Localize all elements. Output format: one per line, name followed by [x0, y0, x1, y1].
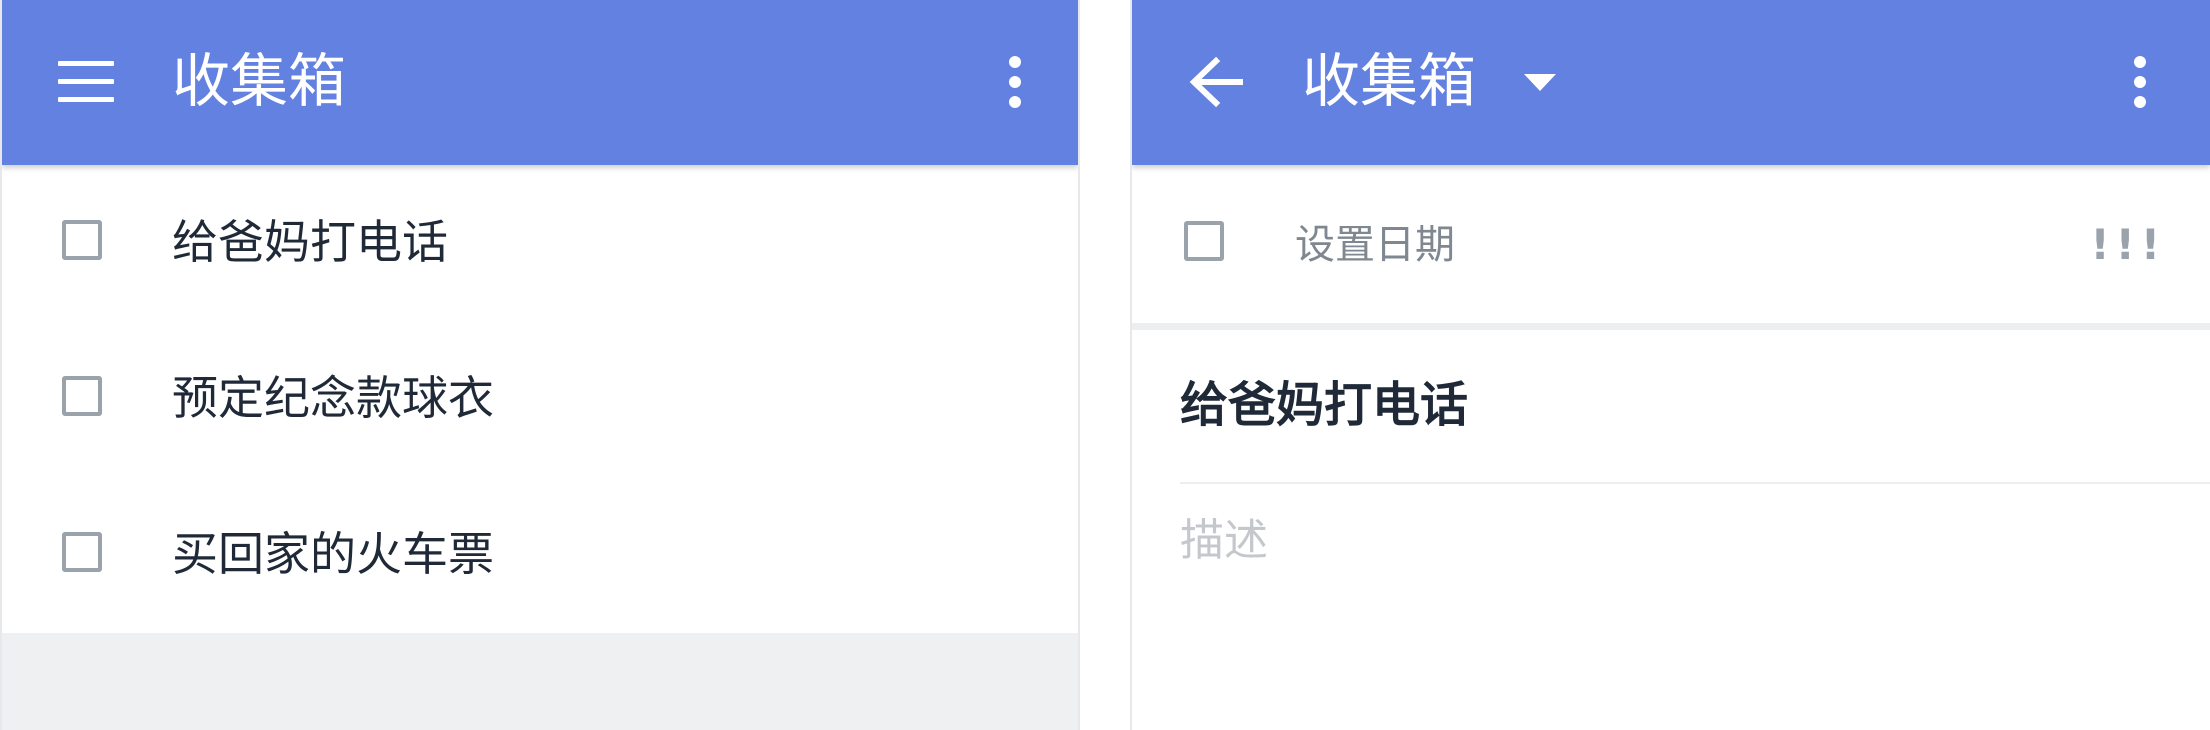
task-label: 买回家的火车票: [172, 527, 494, 581]
description-field[interactable]: 描述: [1180, 508, 1268, 574]
task-title-field[interactable]: 给爸妈打电话: [1180, 372, 1468, 438]
caret-down-icon[interactable]: [1524, 74, 1556, 92]
set-date-button[interactable]: 设置日期: [1295, 217, 1455, 273]
date-row: 设置日期 !!!: [1132, 165, 2210, 323]
task-list: 给爸妈打电话 预定纪念款球衣 买回家的火车票: [2, 165, 1078, 633]
task-row[interactable]: 给爸妈打电话: [2, 165, 1078, 321]
hamburger-icon[interactable]: [58, 61, 114, 103]
divider: [1132, 323, 2210, 330]
app-bar-title[interactable]: 收集箱: [1302, 46, 1476, 116]
divider: [1180, 482, 2210, 484]
more-vert-icon[interactable]: [2132, 56, 2148, 108]
arrow-left-icon[interactable]: [1188, 56, 1244, 108]
task-complete-checkbox[interactable]: [1184, 221, 1224, 261]
task-label: 给爸妈打电话: [172, 215, 448, 269]
task-row[interactable]: 买回家的火车票: [2, 477, 1078, 633]
task-detail-screen: 收集箱 设置日期 !!! 给爸妈打电话 描述: [1130, 0, 2210, 730]
priority-button[interactable]: !!!: [2091, 217, 2166, 273]
task-label: 预定纪念款球衣: [172, 371, 494, 425]
task-row[interactable]: 预定纪念款球衣: [2, 321, 1078, 477]
inbox-list-screen: 收集箱 给爸妈打电话 预定纪念款球衣 买回家的火车票: [0, 0, 1080, 730]
app-bar-title: 收集箱: [172, 47, 347, 115]
more-vert-icon[interactable]: [1007, 56, 1023, 108]
task-checkbox[interactable]: [62, 376, 102, 416]
task-checkbox[interactable]: [62, 220, 102, 260]
app-bar: 收集箱: [2, 0, 1078, 165]
task-checkbox[interactable]: [62, 532, 102, 572]
app-bar: 收集箱: [1132, 0, 2210, 165]
